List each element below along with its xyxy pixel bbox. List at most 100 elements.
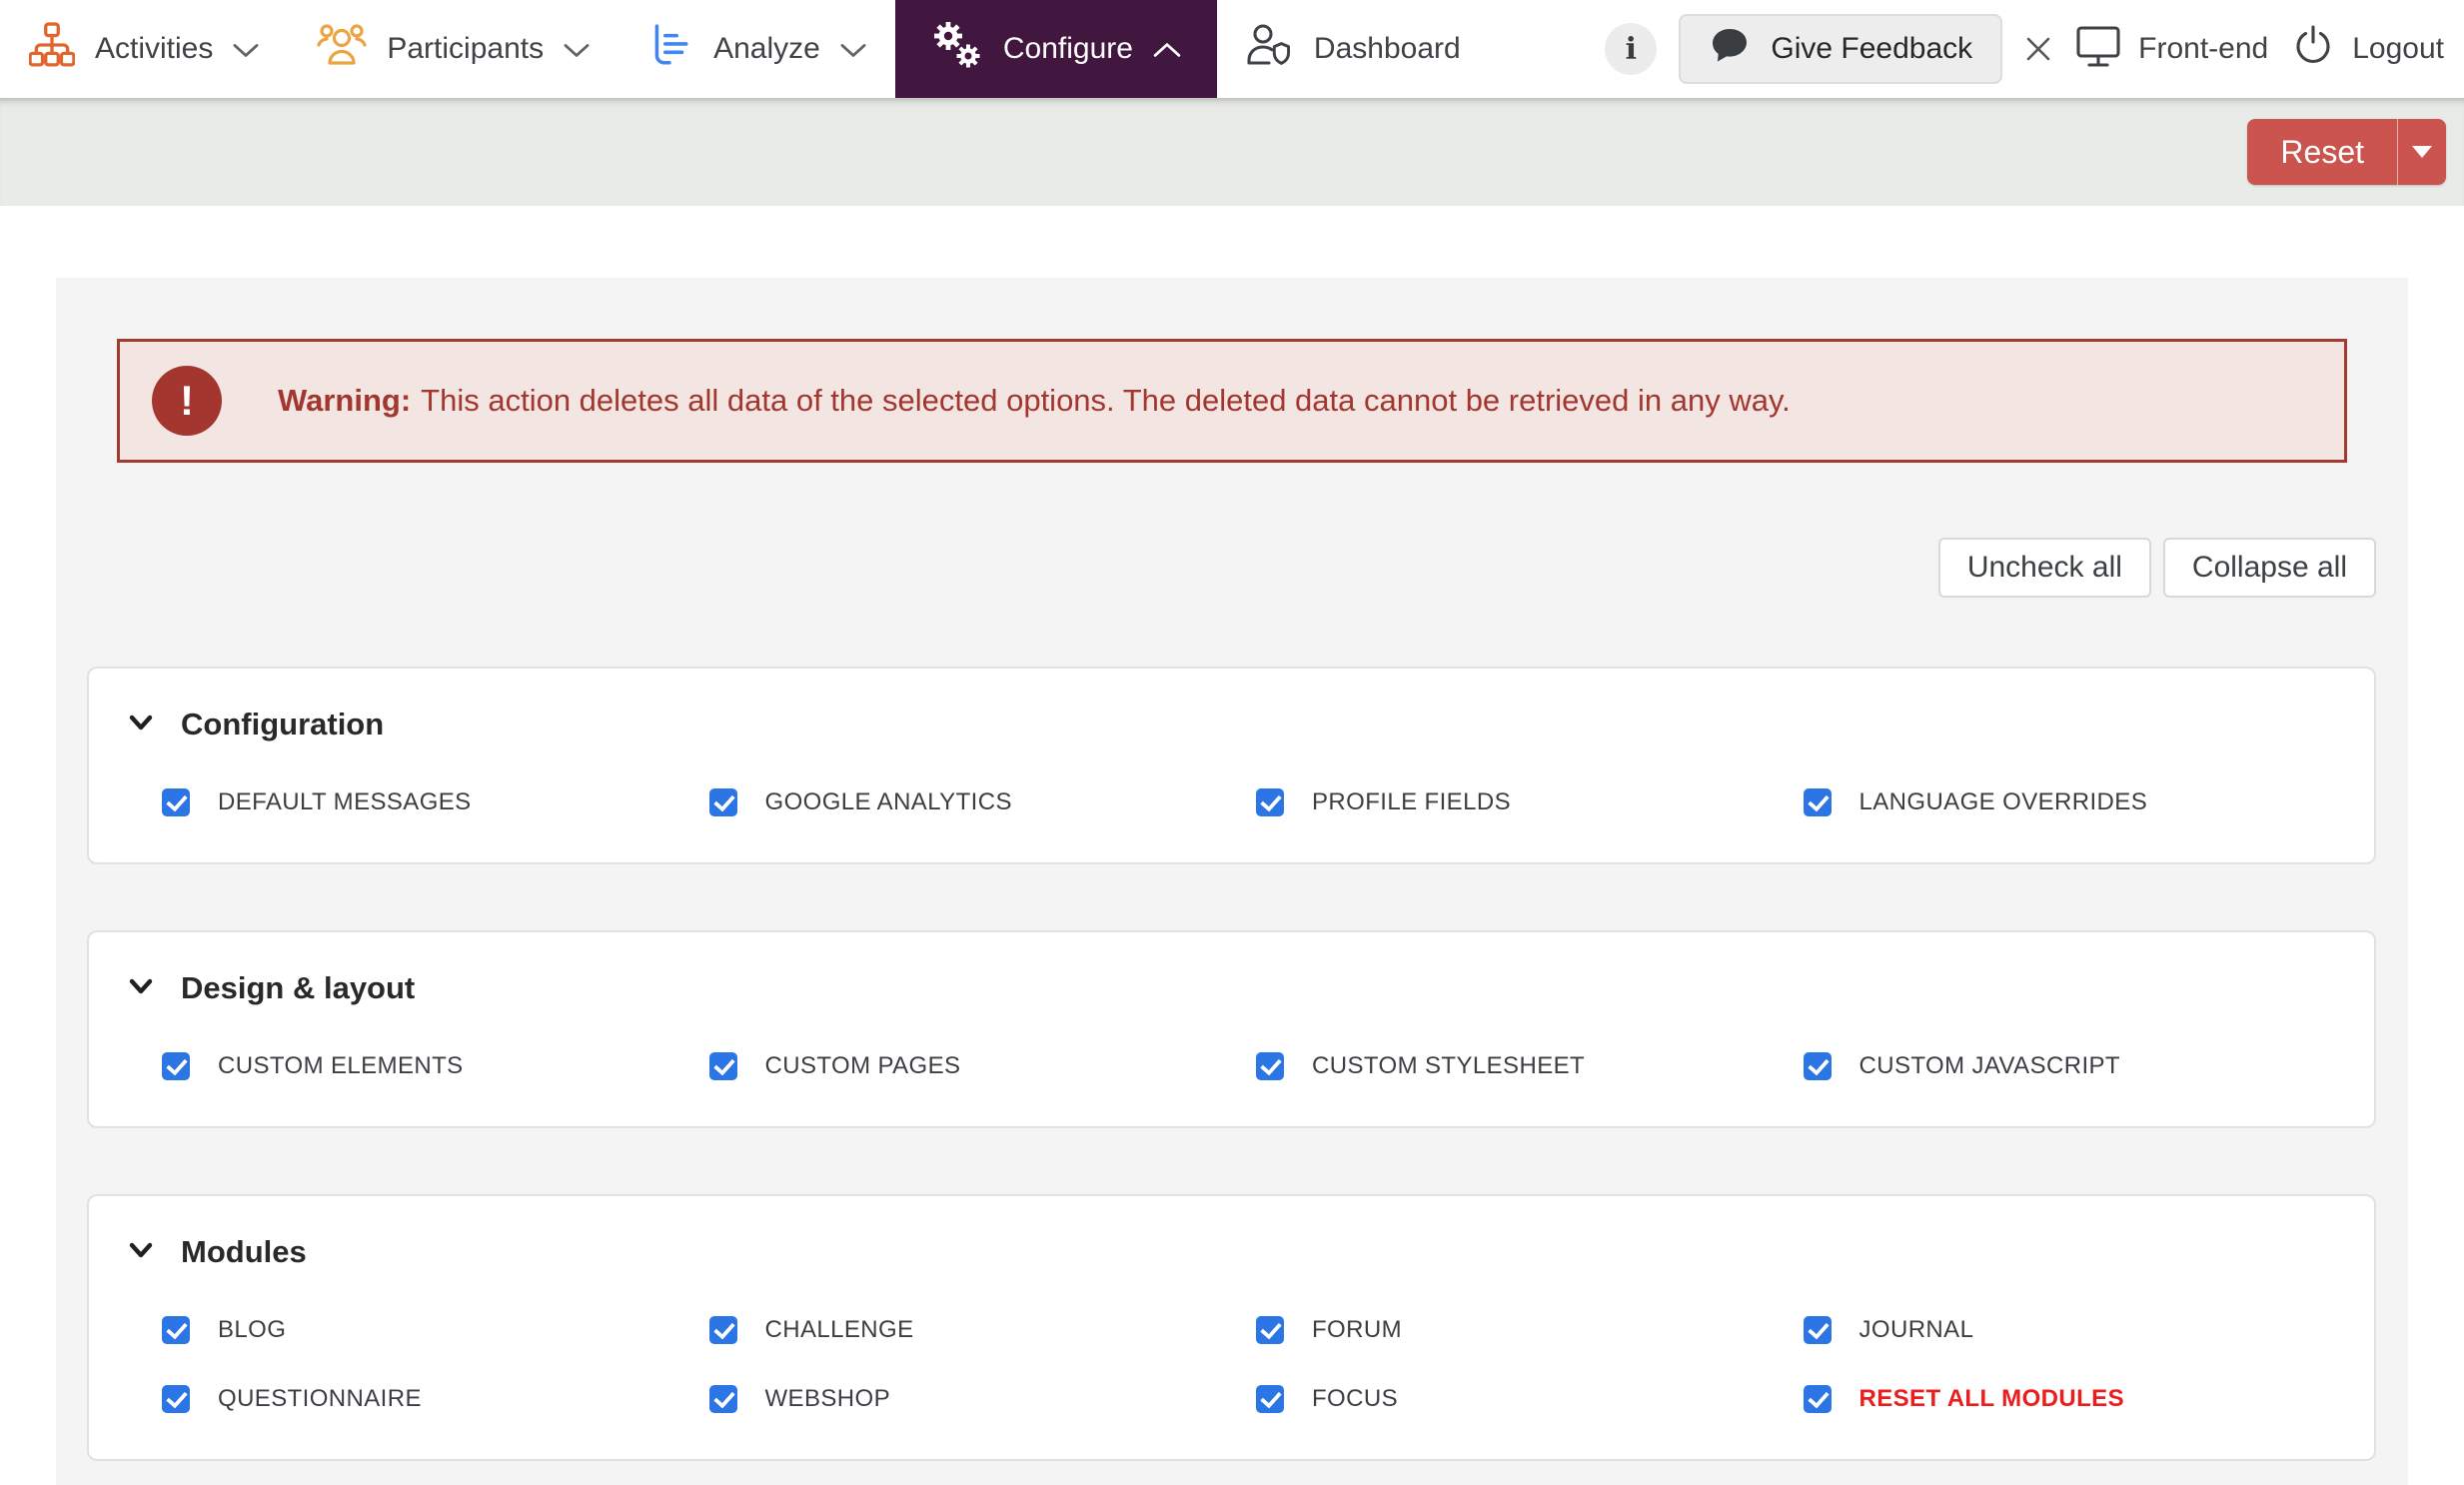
check-item-reset-all-modules: RESET ALL MODULES — [1804, 1385, 2351, 1413]
nav-item-dashboard[interactable]: Dashboard — [1217, 0, 1490, 98]
section-configuration: Configuration DEFAULT MESSAGES GOOGLE AN… — [87, 667, 2376, 864]
checkbox-checked[interactable] — [1256, 788, 1284, 816]
check-item: GOOGLE ANALYTICS — [709, 788, 1257, 816]
checkbox-checked[interactable] — [1256, 1052, 1284, 1080]
checkbox-checked[interactable] — [709, 788, 737, 816]
check-item: CUSTOM PAGES — [709, 1052, 1257, 1080]
reset-label: Reset — [2280, 134, 2364, 171]
reset-dropdown-button[interactable] — [2397, 119, 2446, 185]
checkbox-label[interactable]: JOURNAL — [1859, 1316, 1974, 1344]
checkbox-checked[interactable] — [162, 788, 190, 816]
section-design-layout: Design & layout CUSTOM ELEMENTS CUSTOM P… — [87, 930, 2376, 1128]
section-title: Design & layout — [181, 970, 415, 1006]
checkbox-label[interactable]: CUSTOM ELEMENTS — [218, 1052, 464, 1080]
chevron-down-icon — [840, 32, 866, 66]
checkbox-label[interactable]: FOCUS — [1312, 1385, 1398, 1413]
section-header-design-layout[interactable]: Design & layout — [127, 970, 2350, 1006]
nav-right-group: i Give Feedback Front-end — [1605, 0, 2464, 98]
checkbox-checked[interactable] — [162, 1052, 190, 1080]
checkbox-checked[interactable] — [162, 1316, 190, 1344]
checkbox-label[interactable]: CHALLENGE — [765, 1316, 914, 1344]
check-item: CUSTOM JAVASCRIPT — [1804, 1052, 2351, 1080]
reset-button[interactable]: Reset — [2247, 119, 2397, 185]
logout-label: Logout — [2352, 32, 2444, 66]
person-shield-icon — [1246, 21, 1294, 77]
section-header-configuration[interactable]: Configuration — [127, 707, 2350, 742]
checkbox-checked[interactable] — [709, 1052, 737, 1080]
logout-link[interactable]: Logout — [2290, 22, 2444, 76]
chevron-down-icon — [233, 32, 259, 66]
warning-prefix: Warning: — [278, 383, 411, 418]
checkbox-label[interactable]: WEBSHOP — [765, 1385, 890, 1413]
check-item: FORUM — [1256, 1316, 1804, 1344]
checkbox-label[interactable]: BLOG — [218, 1316, 286, 1344]
checkbox-label[interactable]: CUSTOM STYLESHEET — [1312, 1052, 1585, 1080]
action-toolbar: Reset — [0, 98, 2464, 206]
chevron-down-icon — [127, 709, 155, 742]
checkbox-checked[interactable] — [1256, 1385, 1284, 1413]
checkbox-label[interactable]: LANGUAGE OVERRIDES — [1859, 788, 2148, 816]
people-icon — [317, 22, 367, 76]
checkbox-checked[interactable] — [1804, 1052, 1832, 1080]
check-item: LANGUAGE OVERRIDES — [1804, 788, 2351, 816]
chevron-down-icon — [127, 1236, 155, 1269]
info-icon[interactable]: i — [1605, 23, 1657, 75]
checkbox-grid: CUSTOM ELEMENTS CUSTOM PAGES CUSTOM STYL… — [127, 1052, 2350, 1080]
check-item: DEFAULT MESSAGES — [162, 788, 709, 816]
nav-item-label: Participants — [387, 32, 544, 66]
nav-item-activities[interactable]: Activities — [0, 0, 288, 98]
chevron-down-icon — [127, 972, 155, 1005]
checkbox-checked[interactable] — [709, 1316, 737, 1344]
nav-item-analyze[interactable]: Analyze — [618, 0, 895, 98]
bulk-actions-row: Uncheck all Collapse all — [56, 538, 2408, 598]
give-feedback-button[interactable]: Give Feedback — [1679, 14, 2002, 84]
checkbox-checked[interactable] — [709, 1385, 737, 1413]
check-item: BLOG — [162, 1316, 709, 1344]
checkbox-checked[interactable] — [1804, 1316, 1832, 1344]
content-panel: ! Warning:This action deletes all data o… — [56, 278, 2408, 1485]
top-nav: Activities Participants Analyze — [0, 0, 2464, 98]
check-item: PROFILE FIELDS — [1256, 788, 1804, 816]
section-header-modules[interactable]: Modules — [127, 1234, 2350, 1270]
nav-item-configure-active[interactable]: Configure — [895, 0, 1217, 98]
checkbox-label[interactable]: PROFILE FIELDS — [1312, 788, 1511, 816]
front-end-link[interactable]: Front-end — [2074, 21, 2268, 77]
give-feedback-label: Give Feedback — [1771, 32, 1972, 66]
warning-message: This action deletes all data of the sele… — [421, 383, 1791, 418]
checkbox-checked[interactable] — [162, 1385, 190, 1413]
uncheck-all-label: Uncheck all — [1967, 551, 2122, 585]
front-end-label: Front-end — [2138, 32, 2268, 66]
collapse-all-button[interactable]: Collapse all — [2163, 538, 2376, 598]
caret-down-icon — [2412, 146, 2432, 158]
nav-item-label: Dashboard — [1314, 32, 1461, 66]
checkbox-grid: BLOG CHALLENGE FORUM JOURNAL QUESTIONNAI… — [127, 1316, 2350, 1413]
check-item: CUSTOM ELEMENTS — [162, 1052, 709, 1080]
check-item: WEBSHOP — [709, 1385, 1257, 1413]
checkbox-label[interactable]: QUESTIONNAIRE — [218, 1385, 422, 1413]
section-cards: Configuration DEFAULT MESSAGES GOOGLE AN… — [56, 667, 2408, 1461]
checkbox-label[interactable]: RESET ALL MODULES — [1859, 1385, 2124, 1413]
uncheck-all-button[interactable]: Uncheck all — [1938, 538, 2151, 598]
checkbox-checked[interactable] — [1804, 788, 1832, 816]
checkbox-label[interactable]: CUSTOM JAVASCRIPT — [1859, 1052, 2121, 1080]
close-icon[interactable] — [2024, 35, 2052, 63]
checkbox-checked[interactable] — [1804, 1385, 1832, 1413]
check-item: CHALLENGE — [709, 1316, 1257, 1344]
checkbox-label[interactable]: CUSTOM PAGES — [765, 1052, 961, 1080]
nav-item-label: Activities — [95, 32, 213, 66]
nav-item-participants[interactable]: Participants — [288, 0, 618, 98]
section-modules: Modules BLOG CHALLENGE FORUM JOURNAL — [87, 1194, 2376, 1461]
checkbox-label[interactable]: FORUM — [1312, 1316, 1402, 1344]
check-item: FOCUS — [1256, 1385, 1804, 1413]
nav-item-label: Configure — [1003, 32, 1133, 66]
nav-item-label: Analyze — [713, 32, 820, 66]
sitemap-icon — [29, 22, 75, 76]
collapse-all-label: Collapse all — [2192, 551, 2347, 585]
checkbox-label[interactable]: GOOGLE ANALYTICS — [765, 788, 1012, 816]
checkbox-checked[interactable] — [1256, 1316, 1284, 1344]
warning-banner: ! Warning:This action deletes all data o… — [117, 339, 2347, 463]
chevron-down-icon — [564, 32, 590, 66]
checkbox-grid: DEFAULT MESSAGES GOOGLE ANALYTICS PROFIL… — [127, 788, 2350, 816]
checkbox-label[interactable]: DEFAULT MESSAGES — [218, 788, 472, 816]
check-item: JOURNAL — [1804, 1316, 2351, 1344]
